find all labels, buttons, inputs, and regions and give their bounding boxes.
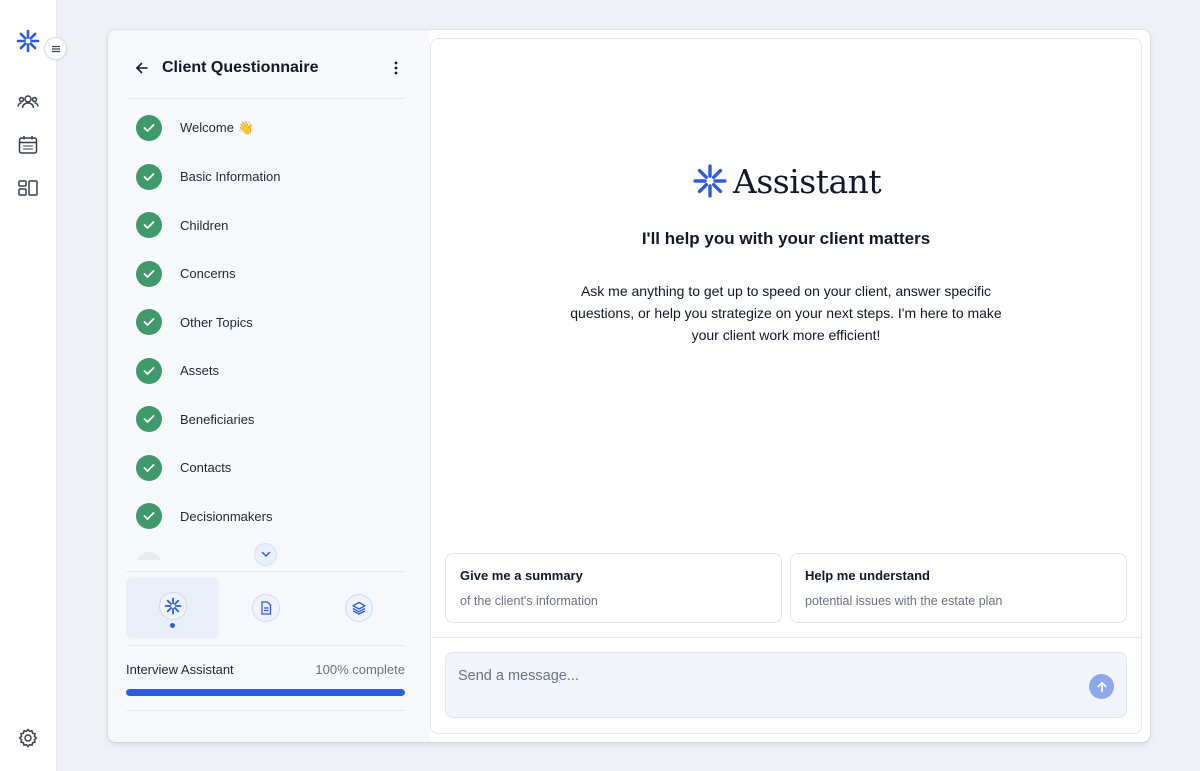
progress-label: Interview Assistant	[126, 662, 234, 677]
progress-value: 100% complete	[315, 662, 405, 677]
step-label: Assets	[180, 363, 220, 378]
step-label: Beneficiaries	[180, 411, 255, 427]
suggestion-title: Give me a summary	[460, 568, 583, 583]
progress-bar-fill	[126, 689, 405, 696]
progress-bar	[126, 689, 405, 696]
step-basic-information[interactable]: Basic Information	[136, 163, 281, 190]
menu-icon[interactable]	[44, 37, 67, 60]
asterisk-logo-icon[interactable]	[16, 29, 40, 53]
tabs-divider	[126, 645, 405, 646]
panel-tabs	[126, 578, 405, 638]
brand-name: Assistant	[733, 161, 882, 201]
step-concerns[interactable]: Concerns	[136, 260, 236, 287]
step-label: Decisionmakers	[180, 508, 273, 524]
step-label: Welcome 👋	[180, 120, 254, 135]
check-icon	[136, 309, 162, 335]
message-composer	[445, 652, 1127, 718]
suggestion-summary-button[interactable]: Give me a summary of the client's inform…	[445, 553, 782, 623]
assistant-intro: Ask me anything to get up to speed on yo…	[570, 283, 1002, 343]
more-options-icon[interactable]	[380, 52, 412, 84]
message-input[interactable]	[446, 653, 1066, 699]
people-icon[interactable]	[17, 91, 39, 113]
check-icon	[136, 260, 162, 287]
step-other-topics[interactable]: Other Topics	[136, 309, 253, 335]
check-icon	[136, 454, 162, 481]
asterisk-logo-icon	[693, 164, 727, 198]
suggestion-subtitle: potential issues with the estate plan	[805, 594, 1003, 608]
asterisk-icon	[158, 592, 187, 620]
page-title: Client Questionnaire	[162, 59, 319, 76]
assistant-tab[interactable]	[126, 578, 219, 638]
back-arrow-icon[interactable]	[126, 52, 158, 84]
check-icon	[136, 163, 162, 190]
active-tab-indicator	[170, 623, 175, 628]
progress-divider	[126, 710, 405, 711]
document-tab[interactable]	[219, 578, 312, 638]
assistant-headline: I'll help you with your client matters	[641, 229, 931, 248]
layers-tab[interactable]	[312, 578, 405, 638]
layers-icon	[344, 594, 373, 622]
composer-divider	[431, 637, 1141, 638]
assistant-panel: Assistant I'll help you with your client…	[430, 38, 1142, 734]
check-icon	[136, 503, 162, 529]
check-icon	[136, 357, 162, 384]
assistant-brand: Assistant	[693, 161, 882, 201]
step-assets[interactable]: Assets	[136, 357, 220, 384]
step-label: Children	[180, 217, 229, 233]
dashboard-icon[interactable]	[17, 177, 39, 199]
step-list: Welcome 👋 Basic Information Children Con…	[136, 115, 406, 560]
send-button[interactable]	[1089, 674, 1114, 699]
steps-divider	[126, 571, 405, 572]
step-contacts[interactable]: Contacts	[136, 454, 232, 481]
step-beneficiaries[interactable]: Beneficiaries	[136, 406, 254, 432]
step-label: Basic Information	[180, 169, 281, 184]
suggestion-subtitle: of the client's information	[460, 594, 598, 608]
check-icon	[136, 406, 162, 432]
suggestion-understand-button[interactable]: Help me understand potential issues with…	[790, 553, 1127, 623]
step-next-faded	[136, 551, 162, 560]
check-icon	[136, 212, 162, 238]
header-divider	[126, 98, 405, 99]
chevron-down-icon[interactable]	[254, 543, 277, 566]
step-children[interactable]: Children	[136, 212, 228, 238]
step-decisionmakers[interactable]: Decisionmakers	[136, 503, 272, 529]
questionnaire-header: Client Questionnaire	[126, 52, 412, 84]
step-welcome[interactable]: Welcome 👋	[136, 115, 254, 141]
pending-step-icon	[136, 551, 162, 560]
step-label: Contacts	[180, 460, 232, 475]
check-icon	[136, 115, 162, 141]
step-label: Concerns	[180, 266, 236, 281]
calendar-icon[interactable]	[17, 134, 39, 156]
gear-icon[interactable]	[17, 727, 39, 749]
suggestion-title: Help me understand	[805, 568, 930, 583]
step-label: Other Topics	[180, 314, 253, 330]
document-icon	[251, 594, 280, 622]
main-card: Client Questionnaire Welcome 👋 Basic Inf…	[108, 30, 1150, 742]
questionnaire-panel: Client Questionnaire Welcome 👋 Basic Inf…	[108, 30, 430, 742]
arrow-up-icon	[1096, 681, 1107, 692]
app-sidebar	[0, 0, 57, 771]
